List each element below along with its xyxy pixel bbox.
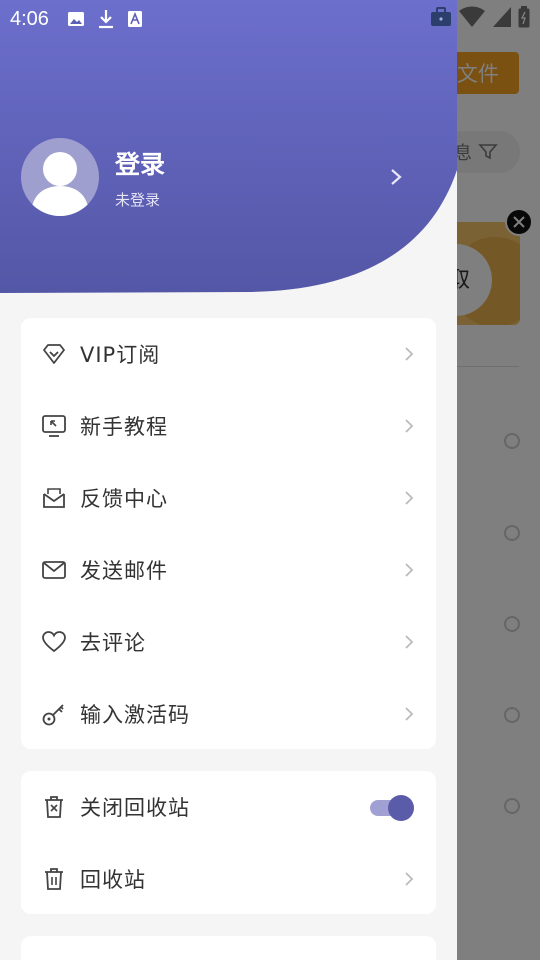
- login-title[interactable]: 登录: [115, 145, 165, 181]
- menu-item-label: 去评论: [80, 631, 146, 655]
- chevron-right-icon: [405, 872, 414, 886]
- chevron-right-icon: [405, 635, 414, 649]
- download-icon: [97, 9, 115, 29]
- wifi-icon: [458, 6, 486, 32]
- menu-item-vip[interactable]: VIP订阅: [21, 318, 436, 390]
- avatar[interactable]: [21, 138, 99, 216]
- diamond-icon: [41, 341, 67, 367]
- feedback-mail-icon: [41, 485, 67, 511]
- status-bar: 4:06: [0, 0, 540, 38]
- font-notification-icon: [127, 10, 143, 28]
- status-right-icons: [430, 6, 530, 32]
- image-notification-icon: [67, 10, 85, 28]
- menu-item-activation-code[interactable]: 输入激活码: [21, 678, 436, 750]
- chevron-right-icon: [405, 707, 414, 721]
- key-icon: [41, 701, 67, 727]
- menu-item-recycle-bin[interactable]: 回收站: [21, 843, 436, 915]
- chevron-right-icon: [405, 491, 414, 505]
- login-status: 未登录: [115, 191, 161, 209]
- chevron-right-icon: [405, 563, 414, 577]
- recycle-menu-card: 关闭回收站 回收站: [21, 771, 436, 914]
- menu-item-feedback[interactable]: 反馈中心: [21, 462, 436, 534]
- menu-item-label: VIP订阅: [80, 343, 161, 367]
- heart-icon: [41, 629, 67, 655]
- menu-item-review[interactable]: 去评论: [21, 606, 436, 678]
- menu-item-label: 回收站: [80, 868, 146, 892]
- more-menu-card: [21, 936, 436, 960]
- trash-icon: [41, 866, 67, 892]
- menu-item-close-recycle: 关闭回收站: [21, 771, 436, 843]
- chevron-right-icon: [405, 419, 414, 433]
- chevron-right-icon: [405, 347, 414, 361]
- envelope-icon: [41, 557, 67, 583]
- status-time: 4:06: [10, 7, 49, 30]
- tutorial-icon: [41, 413, 67, 439]
- menu-item-label: 反馈中心: [80, 487, 168, 511]
- main-menu-card: VIP订阅 新手教程 反馈中心 发送邮件 去评论 输入激活码: [21, 318, 436, 749]
- menu-item-send-email[interactable]: 发送邮件: [21, 534, 436, 606]
- trash-x-icon: [41, 794, 67, 820]
- menu-item-label: 输入激活码: [80, 703, 190, 727]
- menu-item-label: 关闭回收站: [80, 796, 190, 820]
- battery-icon: [518, 6, 530, 32]
- menu-item-label: 发送邮件: [80, 559, 168, 583]
- menu-item-label: 新手教程: [80, 415, 168, 439]
- signal-icon: [492, 6, 512, 32]
- chevron-right-icon[interactable]: [386, 166, 406, 188]
- close-recycle-toggle[interactable]: [370, 795, 414, 821]
- menu-item-tutorial[interactable]: 新手教程: [21, 390, 436, 462]
- navigation-drawer: 登录 未登录 VIP订阅 新手教程 反馈中心 发送邮件 去评论 输入激活码 关闭…: [0, 0, 457, 960]
- briefcase-icon: [430, 7, 452, 31]
